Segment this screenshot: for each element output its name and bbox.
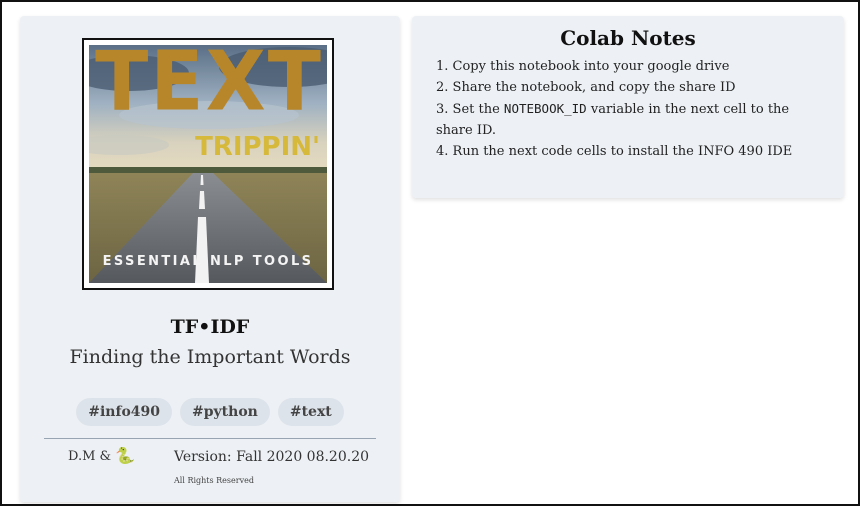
notes-title: Colab Notes: [560, 26, 696, 50]
cover-sub-word: TRIPPIN': [195, 132, 320, 162]
lesson-card: TEXT TRIPPIN' ESSENTIAL NLP TOOLS TF•IDF…: [20, 16, 400, 502]
note-item-3: 3. Set the NOTEBOOK_ID variable in the n…: [436, 98, 826, 141]
notes-list: 1. Copy this notebook into your google d…: [436, 56, 826, 162]
snake-icon: 🐍: [115, 446, 136, 465]
tag-python[interactable]: #python: [180, 398, 270, 426]
note-item-3-prefix: 3. Set the: [436, 102, 504, 117]
tag-list: #info490 #python #text: [20, 398, 400, 426]
version-label: Version: Fall 2020 08.20.20: [174, 449, 370, 465]
page: TEXT TRIPPIN' ESSENTIAL NLP TOOLS TF•IDF…: [4, 4, 856, 502]
cover-image-frame: TEXT TRIPPIN' ESSENTIAL NLP TOOLS: [82, 38, 334, 290]
lesson-subtitle: Finding the Important Words: [69, 346, 351, 368]
note-item-4: 4. Run the next code cells to install th…: [436, 144, 793, 159]
cover-big-word: TEXT: [95, 34, 323, 130]
notebook-id-code: NOTEBOOK_ID: [503, 101, 587, 116]
tag-text[interactable]: #text: [277, 398, 344, 426]
lesson-title: TF•IDF: [170, 316, 250, 338]
author-name: D.M &: [68, 448, 112, 464]
divider: [44, 438, 376, 439]
cover-tagline: ESSENTIAL NLP TOOLS: [102, 254, 314, 269]
author: D.M & 🐍: [68, 448, 135, 464]
rights-notice: All Rights Reserved: [174, 476, 254, 485]
note-item-1: 1. Copy this notebook into your google d…: [436, 59, 730, 74]
note-item-2: 2. Share the notebook, and copy the shar…: [436, 80, 736, 95]
colab-notes-card: Colab Notes 1. Copy this notebook into y…: [412, 16, 844, 198]
tag-info490[interactable]: #info490: [76, 398, 173, 426]
